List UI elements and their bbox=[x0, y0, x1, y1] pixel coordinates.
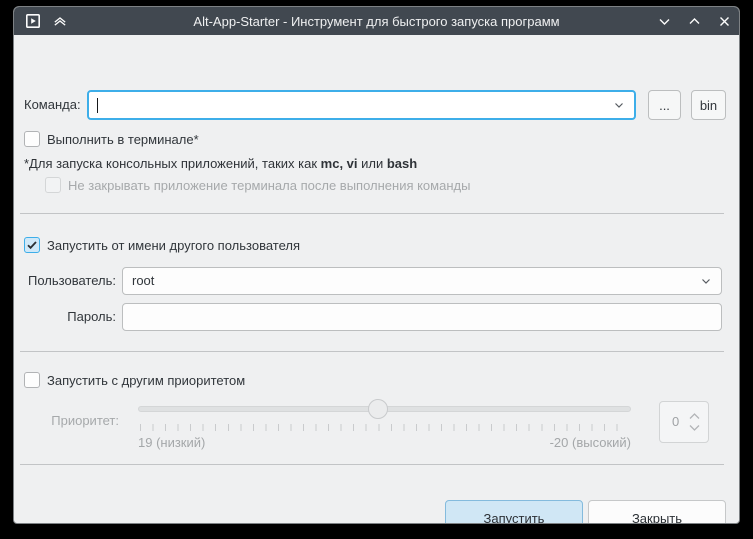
bin-button[interactable]: bin bbox=[691, 90, 726, 120]
slider-min-label: 19 (низкий) bbox=[138, 435, 206, 450]
command-label: Команда: bbox=[24, 97, 81, 112]
priority-checkbox-label[interactable]: Запустить с другим приоритетом bbox=[47, 373, 245, 388]
priority-spinbox: 0 bbox=[659, 401, 709, 443]
chevron-down-icon[interactable] bbox=[613, 99, 625, 111]
noclose-checkbox-label: Не закрывать приложение терминала после … bbox=[68, 178, 471, 193]
noclose-checkbox bbox=[45, 177, 61, 193]
app-window: Alt-App-Starter - Инструмент для быстрог… bbox=[13, 6, 740, 524]
spin-up-icon bbox=[688, 412, 701, 421]
user-combobox[interactable]: root bbox=[122, 267, 722, 295]
titlebar[interactable]: Alt-App-Starter - Инструмент для быстрог… bbox=[14, 7, 739, 35]
spinbox-value: 0 bbox=[672, 414, 680, 429]
close-icon[interactable] bbox=[716, 13, 732, 29]
slider-handle bbox=[368, 399, 389, 419]
close-button[interactable]: Закрыть bbox=[588, 500, 726, 523]
maximize-icon[interactable] bbox=[686, 13, 702, 29]
priority-label: Приоритет: bbox=[51, 413, 119, 428]
minimize-icon[interactable] bbox=[656, 13, 672, 29]
window-title: Alt-App-Starter - Инструмент для быстрог… bbox=[193, 13, 560, 29]
user-value: root bbox=[132, 273, 155, 288]
spin-down-icon bbox=[688, 424, 701, 433]
text-cursor bbox=[97, 98, 98, 113]
terminal-checkbox[interactable] bbox=[24, 131, 40, 147]
separator bbox=[20, 213, 724, 214]
chevron-down-icon[interactable] bbox=[700, 275, 712, 287]
slider-max-label: -20 (высокий) bbox=[549, 435, 631, 450]
terminal-checkbox-label[interactable]: Выполнить в терминале* bbox=[47, 132, 199, 147]
priority-slider: 19 (низкий) -20 (высокий) bbox=[138, 399, 631, 451]
dialog-body: Команда: ... bin Выполнить в терминале* … bbox=[14, 35, 739, 523]
separator bbox=[20, 351, 724, 352]
command-input[interactable] bbox=[87, 90, 636, 120]
browse-button[interactable]: ... bbox=[648, 90, 681, 120]
password-label: Пароль: bbox=[67, 309, 116, 324]
run-button[interactable]: Запустить bbox=[445, 500, 583, 523]
user-label: Пользователь: bbox=[28, 273, 116, 288]
priority-checkbox[interactable] bbox=[24, 372, 40, 388]
runas-checkbox-label[interactable]: Запустить от имени другого пользователя bbox=[47, 238, 300, 253]
password-input[interactable] bbox=[122, 303, 722, 331]
terminal-note: *Для запуска консольных приложений, таки… bbox=[24, 156, 418, 171]
slider-ticks bbox=[140, 424, 629, 431]
runas-checkbox[interactable] bbox=[24, 237, 40, 253]
separator bbox=[20, 464, 724, 465]
